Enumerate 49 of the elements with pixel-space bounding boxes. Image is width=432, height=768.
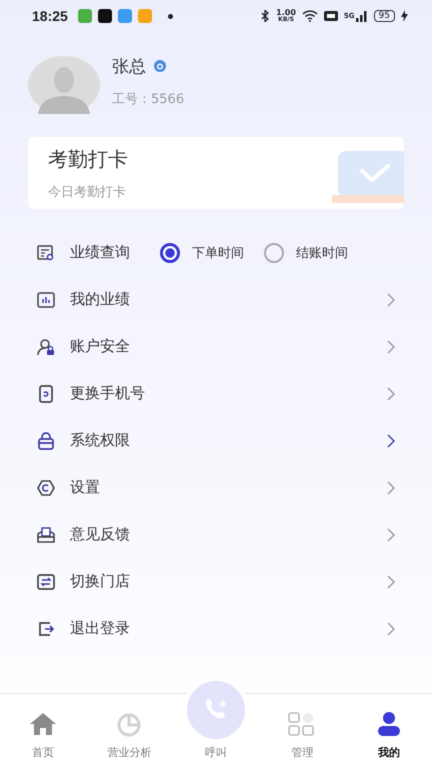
chevron-right-icon[interactable] [386, 434, 396, 448]
tab[interactable]: 首页 [0, 711, 86, 760]
radio-button[interactable] [160, 242, 180, 262]
menu-label: 账户安全 [70, 337, 130, 356]
status-time: 18:25 [32, 8, 68, 24]
charging-icon [401, 10, 408, 22]
gear-icon [36, 478, 56, 498]
signal-icon [356, 10, 368, 22]
menu-label: 设置 [70, 478, 100, 497]
app-icon [138, 9, 152, 23]
attendance-card[interactable]: 考勤打卡 今日考勤打卡 [28, 137, 404, 209]
search-list-icon [36, 242, 56, 262]
card-subtitle: 今日考勤打卡 [48, 184, 127, 200]
avatar [28, 56, 100, 114]
radio-label: 结账时间 [296, 244, 348, 262]
tab[interactable]: 营业分析 [86, 711, 173, 760]
wifi-icon [302, 10, 318, 22]
hd-icon [324, 11, 338, 21]
tab[interactable]: 我的 [346, 711, 432, 760]
menu-label: 切换门店 [70, 572, 130, 591]
tab[interactable]: 管理 [259, 711, 346, 760]
battery-icon: 95 [374, 10, 395, 22]
user-lock-icon [36, 336, 56, 356]
badge-icon [154, 60, 166, 72]
user-name: 张总 [112, 56, 146, 78]
app-icon [78, 9, 92, 23]
menu-label: 系统权限 [70, 431, 130, 450]
lock-icon [36, 430, 56, 450]
menu-label: 意见反馈 [70, 525, 130, 544]
radio-option[interactable]: 下单时间 [160, 242, 244, 262]
bluetooth-icon [260, 10, 270, 22]
notification-dot-icon [168, 14, 173, 18]
swap-icon [36, 572, 56, 592]
menu-label: 业绩查询 [70, 243, 130, 262]
mail-icon [36, 524, 56, 544]
speed-value: 1.00 [276, 9, 296, 17]
bar-chart-icon [36, 290, 56, 310]
menu-label: 我的业绩 [70, 290, 130, 309]
phone-icon [36, 384, 56, 404]
radio-label: 下单时间 [192, 244, 244, 262]
radio-button[interactable] [264, 242, 284, 262]
home-icon [28, 711, 58, 737]
employee-id: 工号：5566 [112, 92, 184, 106]
card-title: 考勤打卡 [48, 146, 129, 172]
radio-option[interactable]: 结账时间 [264, 242, 348, 262]
app-icon [98, 9, 112, 23]
app-icon [118, 9, 132, 23]
menu-label: 更换手机号 [70, 384, 145, 403]
menu-label: 退出登录 [70, 619, 130, 638]
